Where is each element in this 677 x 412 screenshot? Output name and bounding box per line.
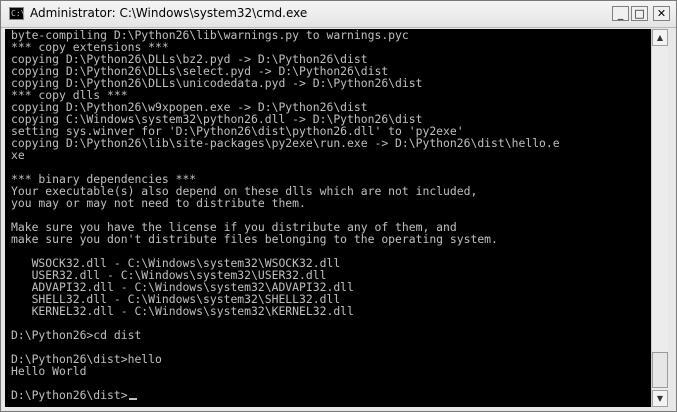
console-text: byte-compiling D:\Python26\lib\warnings.… (5, 29, 651, 401)
console-line: D:\Python26>cd dist (11, 328, 142, 342)
cmd-window: C:\ Administrator: C:\Windows\system32\c… (0, 0, 677, 412)
scroll-thumb[interactable] (652, 352, 668, 388)
console-line: you may or may not need to distribute th… (11, 196, 306, 210)
title-bar[interactable]: C:\ Administrator: C:\Windows\system32\c… (1, 1, 676, 28)
scroll-down-button[interactable]: ▼ (652, 390, 668, 407)
console-line: make sure you don't distribute files bel… (11, 232, 498, 246)
text-cursor (128, 398, 137, 400)
console-line: copying D:\Python26\lib\site-packages\py… (11, 136, 560, 150)
cmd-icon[interactable]: C:\ (9, 7, 25, 20)
minimize-button[interactable]: _ (612, 6, 629, 21)
window-title: Administrator: C:\Windows\system32\cmd.e… (30, 6, 308, 20)
console-output[interactable]: byte-compiling D:\Python26\lib\warnings.… (5, 29, 651, 407)
console-line: D:\Python26\dist>hello (11, 352, 162, 366)
console-line: Hello World (11, 364, 87, 378)
console-line: xe (11, 148, 25, 162)
scroll-up-button[interactable]: ▲ (652, 29, 668, 46)
console-line: KERNEL32.dll - C:\Windows\system32\KERNE… (11, 304, 354, 318)
close-button[interactable]: ✕ (653, 6, 670, 21)
maximize-button[interactable]: □ (631, 6, 648, 21)
command-prompt: D:\Python26\dist> (11, 389, 651, 401)
vertical-scrollbar[interactable]: ▲ ▼ (651, 29, 668, 407)
